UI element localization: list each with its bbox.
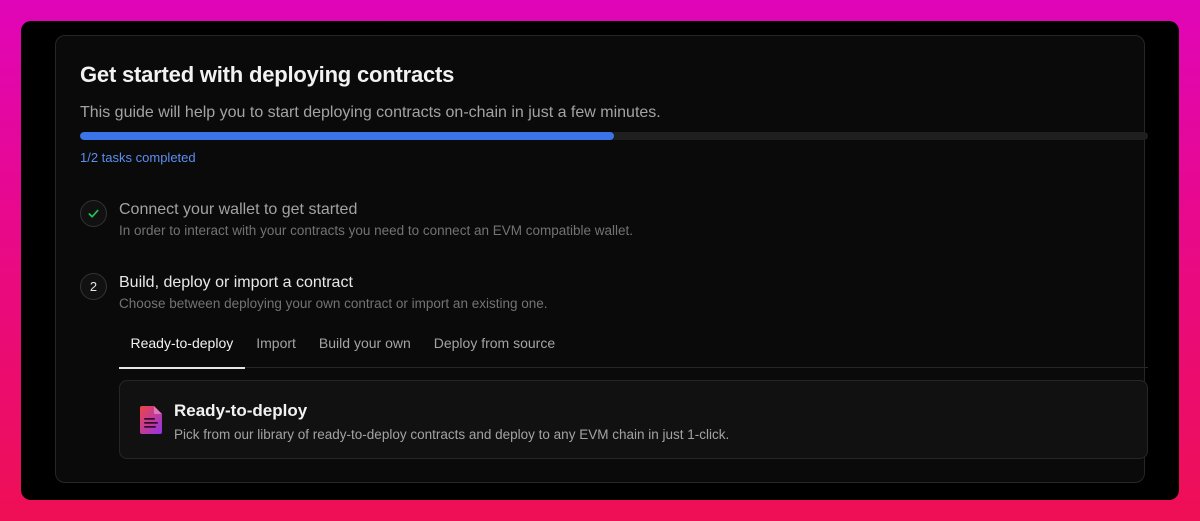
page-title: Get started with deploying contracts — [80, 62, 455, 87]
option-title: Ready-to-deploy — [174, 401, 308, 420]
tab-import[interactable]: Import — [245, 328, 308, 368]
step-description: Choose between deploying your own contra… — [119, 296, 548, 311]
step-number-badge: 2 — [80, 273, 107, 300]
tab-deploy-from-source[interactable]: Deploy from source — [422, 328, 566, 368]
page-subtitle: This guide will help you to start deploy… — [80, 104, 661, 121]
onboarding-card: Get started with deploying contracts Thi… — [55, 35, 1148, 483]
step-title: Connect your wallet to get started — [119, 201, 358, 218]
progress-label: 1/2 tasks completed — [80, 150, 196, 165]
check-icon — [88, 209, 99, 218]
tab-ready-to-deploy[interactable]: Ready-to-deploy — [119, 328, 245, 369]
deploy-tabs: Ready-to-deploy Import Build your own De… — [119, 328, 1148, 369]
ready-to-deploy-card[interactable]: Ready-to-deploy Pick from our library of… — [119, 380, 1148, 459]
step-complete-badge — [80, 200, 107, 227]
progress-bar — [80, 132, 1148, 140]
progress-bar-fill — [80, 132, 614, 140]
option-description: Pick from our library of ready-to-deploy… — [174, 427, 730, 442]
tab-build-your-own[interactable]: Build your own — [307, 328, 422, 368]
document-icon — [140, 406, 162, 434]
app-frame: Get started with deploying contracts Thi… — [21, 21, 1179, 500]
step-title: Build, deploy or import a contract — [119, 274, 353, 291]
step-description: In order to interact with your contracts… — [119, 223, 634, 238]
